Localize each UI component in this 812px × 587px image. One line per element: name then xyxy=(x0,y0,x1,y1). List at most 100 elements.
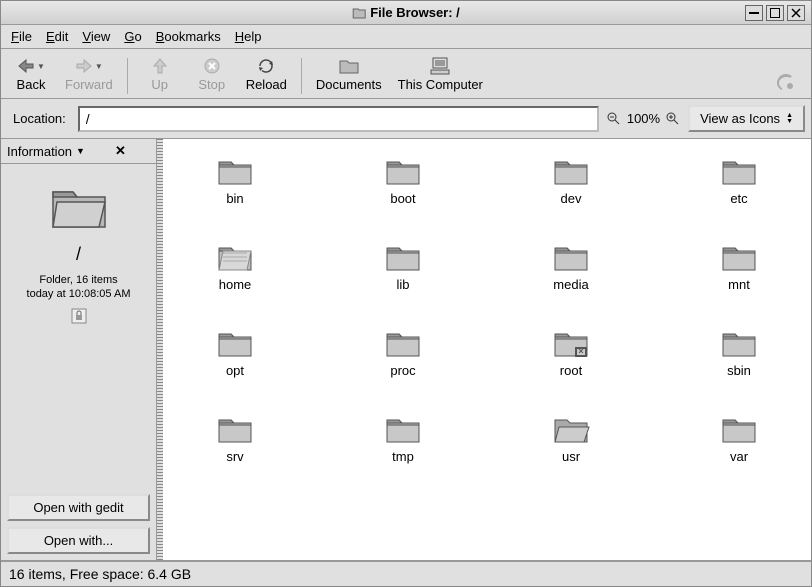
file-label: bin xyxy=(226,191,243,206)
zoom-out-button[interactable] xyxy=(605,110,623,128)
folder-icon xyxy=(383,327,423,361)
stop-button[interactable]: Stop xyxy=(188,53,236,94)
statusbar: 16 items, Free space: 6.4 GB xyxy=(1,561,811,586)
sidepanel-body: / Folder, 16 items today at 10:08:05 AM xyxy=(1,164,156,488)
menu-edit[interactable]: Edit xyxy=(46,29,68,44)
menubar: File Edit View Go Bookmarks Help xyxy=(1,25,811,49)
menu-view[interactable]: View xyxy=(82,29,110,44)
maximize-button[interactable] xyxy=(766,5,784,21)
folder-icon xyxy=(215,155,255,189)
folder-icon xyxy=(719,241,759,275)
file-label: lib xyxy=(396,277,409,292)
arrow-up-icon xyxy=(153,55,167,77)
folder-icon xyxy=(551,413,591,447)
reload-icon xyxy=(257,55,275,77)
open-with-button[interactable]: Open with... xyxy=(7,527,150,554)
close-button[interactable] xyxy=(787,5,805,21)
body-split: Information ▼ ✕ / Folder, 16 items today… xyxy=(1,139,811,561)
file-label: sbin xyxy=(727,363,751,378)
folder-icon xyxy=(719,327,759,361)
folder-icon xyxy=(338,55,360,77)
folder-icon xyxy=(551,155,591,189)
toolbar: ▼ Back ▼ Forward Up Stop Reload Document… xyxy=(1,49,811,99)
location-label: Location: xyxy=(7,111,72,126)
back-button[interactable]: ▼ Back xyxy=(7,53,55,94)
file-label: boot xyxy=(390,191,415,206)
file-label: home xyxy=(219,277,252,292)
side-panel: Information ▼ ✕ / Folder, 16 items today… xyxy=(1,139,157,560)
folder-icon xyxy=(383,413,423,447)
folder-icon xyxy=(551,327,591,361)
throbber-icon xyxy=(775,72,797,94)
titlebar[interactable]: File Browser: / xyxy=(1,1,811,25)
folder-icon xyxy=(551,241,591,275)
file-item-usr[interactable]: usr xyxy=(527,413,615,491)
sidepanel-folder-name: / xyxy=(76,244,81,265)
file-item-sbin[interactable]: sbin xyxy=(695,327,783,405)
permissions-icon xyxy=(71,308,87,324)
file-item-srv[interactable]: srv xyxy=(191,413,279,491)
view-selector[interactable]: View as Icons ▲▼ xyxy=(688,105,805,132)
sidepanel-header: Information ▼ ✕ xyxy=(1,139,156,164)
file-item-media[interactable]: media xyxy=(527,241,615,319)
file-label: srv xyxy=(226,449,243,464)
folder-icon xyxy=(215,241,255,275)
file-item-bin[interactable]: bin xyxy=(191,155,279,233)
file-item-dev[interactable]: dev xyxy=(527,155,615,233)
location-input[interactable] xyxy=(78,106,599,132)
zoom-level: 100% xyxy=(627,111,660,126)
folder-icon xyxy=(215,327,255,361)
file-item-mnt[interactable]: mnt xyxy=(695,241,783,319)
location-bar: Location: 100% View as Icons ▲▼ xyxy=(1,99,811,139)
menu-go[interactable]: Go xyxy=(124,29,141,44)
file-item-home[interactable]: home xyxy=(191,241,279,319)
window-folder-icon xyxy=(352,7,366,19)
arrow-right-icon: ▼ xyxy=(75,55,103,77)
menu-help[interactable]: Help xyxy=(235,29,262,44)
documents-button[interactable]: Documents xyxy=(310,53,388,94)
stop-icon xyxy=(204,55,220,77)
main-window: File Browser: / File Edit View Go Bookma… xyxy=(0,0,812,587)
folder-icon xyxy=(383,241,423,275)
file-label: tmp xyxy=(392,449,414,464)
file-label: etc xyxy=(730,191,747,206)
file-grid[interactable]: bin boot dev etc home lib media mnt opt proc root s… xyxy=(163,139,811,560)
reload-button[interactable]: Reload xyxy=(240,53,293,94)
file-item-root[interactable]: root xyxy=(527,327,615,405)
computer-button[interactable]: This Computer xyxy=(392,53,489,94)
file-label: dev xyxy=(561,191,582,206)
folder-large-icon xyxy=(47,182,111,232)
window-title: File Browser: / xyxy=(370,5,460,20)
file-item-lib[interactable]: lib xyxy=(359,241,447,319)
menu-bookmarks[interactable]: Bookmarks xyxy=(156,29,221,44)
open-with-gedit-button[interactable]: Open with gedit xyxy=(7,494,150,521)
file-item-etc[interactable]: etc xyxy=(695,155,783,233)
title-wrap: File Browser: / xyxy=(352,5,460,20)
sidepanel-actions: Open with gedit Open with... xyxy=(1,488,156,560)
toolbar-separator xyxy=(301,58,302,94)
menu-file[interactable]: File xyxy=(11,29,32,44)
computer-icon xyxy=(430,55,450,77)
folder-icon xyxy=(215,413,255,447)
file-label: media xyxy=(553,277,588,292)
file-item-var[interactable]: var xyxy=(695,413,783,491)
file-label: opt xyxy=(226,363,244,378)
file-label: root xyxy=(560,363,582,378)
file-item-boot[interactable]: boot xyxy=(359,155,447,233)
zoom-in-button[interactable] xyxy=(664,110,682,128)
close-panel-button[interactable]: ✕ xyxy=(115,143,150,159)
dropdown-icon[interactable]: ▼ xyxy=(76,146,111,156)
minimize-button[interactable] xyxy=(745,5,763,21)
forward-button[interactable]: ▼ Forward xyxy=(59,53,119,94)
file-item-proc[interactable]: proc xyxy=(359,327,447,405)
toolbar-separator xyxy=(127,58,128,94)
file-label: mnt xyxy=(728,277,750,292)
folder-icon xyxy=(383,155,423,189)
file-item-tmp[interactable]: tmp xyxy=(359,413,447,491)
updown-icon: ▲▼ xyxy=(786,113,793,125)
file-item-opt[interactable]: opt xyxy=(191,327,279,405)
up-button[interactable]: Up xyxy=(136,53,184,94)
file-label: usr xyxy=(562,449,580,464)
zoom-controls: 100% xyxy=(605,110,682,128)
folder-icon xyxy=(719,413,759,447)
